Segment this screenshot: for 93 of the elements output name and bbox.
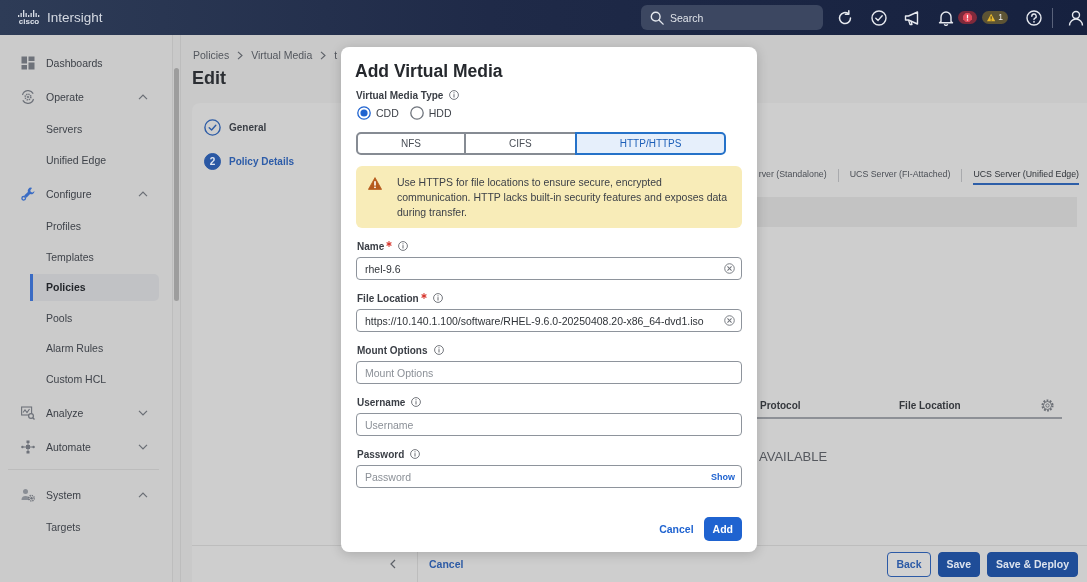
warning-icon xyxy=(987,13,996,22)
search-icon xyxy=(650,10,664,25)
info-icon[interactable] xyxy=(449,90,460,100)
clear-icon[interactable] xyxy=(724,263,735,274)
clear-icon[interactable] xyxy=(724,315,735,326)
text-field[interactable]: Username xyxy=(356,413,742,436)
footer-button[interactable]: Back xyxy=(887,551,931,577)
info-icon[interactable] xyxy=(411,397,422,407)
tab[interactable]: rver (Standalone) xyxy=(758,167,827,185)
tab[interactable]: UCS Server (Unified Edge) xyxy=(973,167,1079,185)
refresh-icon[interactable] xyxy=(837,9,853,26)
chevron-icon[interactable] xyxy=(138,94,148,101)
radio-label[interactable]: HDD xyxy=(428,107,452,119)
dialog-title: Add Virtual Media xyxy=(355,60,503,82)
critical-alarm-icon xyxy=(963,13,972,22)
chevron-right-icon xyxy=(237,50,244,60)
protocol-toggle[interactable]: HTTP/HTTPS xyxy=(574,132,727,155)
footer-button[interactable]: Save xyxy=(937,551,981,577)
nav-item[interactable]: Templates xyxy=(30,243,159,271)
chevron-icon[interactable] xyxy=(138,191,148,198)
step-number: 2 xyxy=(204,152,221,170)
text-field[interactable]: Mount Options xyxy=(356,361,742,384)
step-label[interactable]: General xyxy=(229,121,267,133)
page-title: Edit xyxy=(192,67,226,89)
chevron-right-icon xyxy=(320,50,327,60)
chart-magnifier-icon xyxy=(21,406,35,421)
alarm-count-button[interactable] xyxy=(958,11,977,24)
radio-button[interactable] xyxy=(409,106,424,120)
dashboard-icon xyxy=(21,56,35,71)
help-icon[interactable] xyxy=(1026,9,1042,26)
breadcrumb-link[interactable]: Virtual Media xyxy=(251,49,313,61)
field-label: File Location xyxy=(357,292,419,304)
add-button[interactable]: Add xyxy=(703,517,742,541)
check-circle-icon[interactable] xyxy=(871,9,887,26)
chevron-icon[interactable] xyxy=(138,410,148,417)
text-field[interactable]: rhel-9.6 xyxy=(356,257,742,280)
scrollbar-thumb[interactable] xyxy=(174,68,179,301)
wrench-icon xyxy=(21,187,35,202)
nav-section[interactable]: Analyze xyxy=(0,396,172,431)
gear-cycle-icon xyxy=(21,90,35,105)
chevron-left-icon[interactable] xyxy=(390,559,396,569)
field-label: Mount Options xyxy=(357,344,428,356)
protocol-toggle[interactable]: CIFS xyxy=(464,132,577,155)
nav-item[interactable]: Profiles xyxy=(30,212,159,240)
nav-section[interactable]: Configure xyxy=(0,177,172,212)
tab[interactable]: UCS Server (FI-Attached) xyxy=(849,167,951,185)
field-label: Username xyxy=(357,396,406,408)
user-icon[interactable] xyxy=(1068,9,1084,26)
nav-section[interactable]: Operate xyxy=(0,80,172,115)
field-label: Virtual Media Type xyxy=(356,89,444,101)
settings-icon[interactable] xyxy=(1041,399,1054,412)
column-header[interactable]: Protocol xyxy=(760,400,899,411)
nav-item[interactable]: Custom HCL xyxy=(30,365,159,393)
radio-button[interactable] xyxy=(357,106,371,120)
breadcrumb-link[interactable]: Policies xyxy=(193,49,230,61)
nav-section[interactable]: System xyxy=(0,477,172,512)
step-label[interactable]: Policy Details xyxy=(229,155,295,167)
warning-text: Use HTTPS for file locations to ensure secure, encrypted communication. HTTP lacks built-in security features and exposes data during transfer. xyxy=(397,175,729,220)
breadcrumb-link[interactable]: t xyxy=(334,49,338,61)
footer-button[interactable]: Save & Deploy xyxy=(987,551,1078,577)
search-field[interactable]: Search xyxy=(641,5,823,30)
nav-section[interactable]: Automate xyxy=(0,430,172,465)
column-header[interactable]: File Location xyxy=(899,400,1041,411)
user-gear-icon xyxy=(21,487,35,502)
cancel-button[interactable]: Cancel xyxy=(429,558,464,570)
flow-nodes-icon xyxy=(21,440,35,455)
nav-section[interactable]: Dashboards xyxy=(0,46,172,81)
field-label: Password xyxy=(357,448,405,460)
text-field[interactable]: https://10.140.1.100/software/RHEL-9.6.0-20250408.20-x86_64-dvd1.iso xyxy=(356,309,742,332)
nav-item[interactable]: Servers xyxy=(30,115,159,143)
chevron-icon[interactable] xyxy=(138,491,148,498)
brand-logo[interactable]: cisco xyxy=(17,9,41,26)
warning-icon xyxy=(368,177,382,190)
info-icon[interactable] xyxy=(398,241,409,251)
nav-item[interactable]: Policies xyxy=(30,273,159,301)
nav-item[interactable]: Targets xyxy=(30,513,159,541)
nav-item[interactable]: Pools xyxy=(30,304,159,332)
info-icon[interactable] xyxy=(410,449,421,459)
product-name: Intersight xyxy=(47,10,103,25)
cancel-button[interactable]: Cancel xyxy=(659,523,694,535)
nav-item[interactable]: Unified Edge xyxy=(30,146,159,174)
protocol-toggle[interactable]: NFS xyxy=(356,132,466,155)
info-icon[interactable] xyxy=(432,293,443,303)
field-label: Name xyxy=(357,240,385,252)
empty-table-message: AVAILABLE xyxy=(758,449,829,465)
radio-label[interactable]: CDD xyxy=(376,107,399,119)
alarm-count-button[interactable]: 1 xyxy=(982,11,1008,24)
megaphone-icon[interactable] xyxy=(904,9,920,26)
nav-item[interactable]: Alarm Rules xyxy=(30,334,159,362)
show-password-button[interactable]: Show xyxy=(711,469,735,484)
bell-icon[interactable] xyxy=(938,9,954,26)
chevron-icon[interactable] xyxy=(138,444,148,451)
info-icon[interactable] xyxy=(433,345,444,355)
